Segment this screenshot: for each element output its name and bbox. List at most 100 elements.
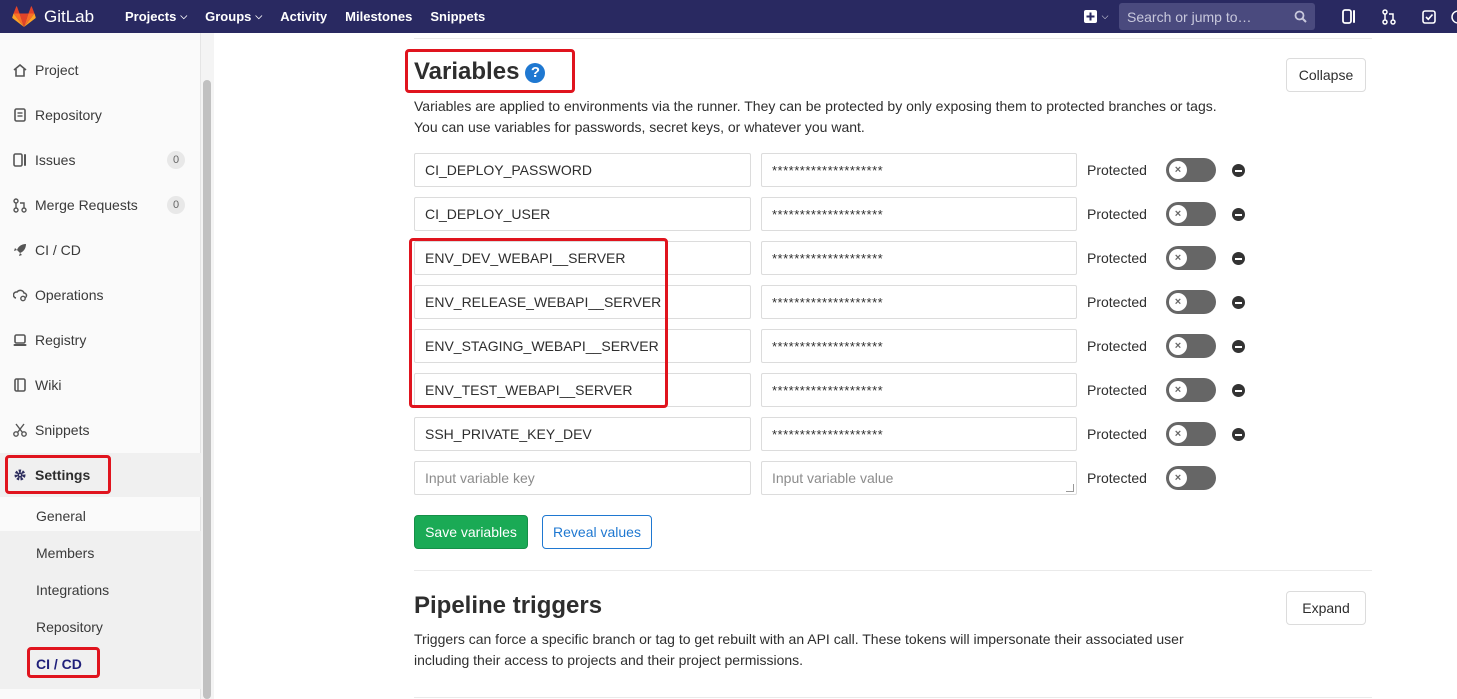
remove-variable-icon[interactable] [1232,340,1245,353]
protected-toggle[interactable]: × [1166,466,1216,490]
highlight-box-env-variables [409,238,668,408]
settings-sub-general[interactable]: General [36,497,86,534]
protected-label: Protected [1087,162,1147,178]
save-variables-button[interactable]: Save variables [414,515,528,549]
remove-variable-icon[interactable] [1232,208,1245,221]
top-navbar: GitLab Projects ⌵ Groups ⌵ Activity Milest… [0,0,1457,33]
sidebar-item-label: Operations [35,287,104,303]
issues-count-badge: 0 [167,151,185,169]
remove-variable-icon[interactable] [1232,164,1245,177]
protected-label: Protected [1087,382,1147,398]
variable-value-input[interactable]: ******************** [761,285,1077,319]
variable-key-input[interactable]: SSH_PRIVATE_KEY_DEV [414,417,751,451]
cloud-gear-icon [12,287,28,303]
close-icon: × [1169,469,1187,487]
project-sidebar: Project Repository Issues 0 Merge Reques… [0,33,201,699]
sidebar-item-label: Repository [35,107,102,123]
section-divider [414,697,1372,698]
variable-value-input[interactable]: ******************** [761,241,1077,275]
nav-snippets[interactable]: Snippets [430,9,485,24]
variable-key-input[interactable]: CI_DEPLOY_USER [414,197,751,231]
merge-request-icon[interactable] [1377,7,1401,27]
protected-toggle[interactable]: × [1166,290,1216,314]
variable-value-input[interactable]: ******************** [761,329,1077,363]
variable-value-input[interactable]: ******************** [761,197,1077,231]
sidebar-item-wiki[interactable]: Wiki [0,363,201,407]
new-variable-key-input[interactable]: Input variable key [414,461,751,495]
protected-toggle[interactable]: × [1166,378,1216,402]
protected-label: Protected [1087,426,1147,442]
scissors-icon [12,422,28,438]
reveal-values-button[interactable]: Reveal values [542,515,652,549]
sidebar-item-label: Issues [35,152,76,168]
sidebar-item-label: CI / CD [35,242,81,258]
new-variable-row: Input variable key Input variable value … [414,461,1314,495]
remove-variable-icon[interactable] [1232,296,1245,309]
sidebar-item-merge-requests[interactable]: Merge Requests 0 [0,183,201,227]
nav-activity[interactable]: Activity [280,9,327,24]
remove-variable-icon[interactable] [1232,252,1245,265]
collapse-button[interactable]: Collapse [1286,58,1366,92]
sidebar-item-ci-cd[interactable]: CI / CD [0,228,201,272]
sidebar-item-project[interactable]: Project [0,48,201,92]
sidebar-item-label: Project [35,62,79,78]
protected-toggle[interactable]: × [1166,202,1216,226]
new-variable-value-input[interactable]: Input variable value [761,461,1077,495]
chevron-down-icon: ⌵ [1101,11,1109,21]
protected-toggle[interactable]: × [1166,158,1216,182]
protected-label: Protected [1087,338,1147,354]
settings-sub-repository[interactable]: Repository [36,608,103,645]
gitlab-logo[interactable]: GitLab [12,5,125,28]
todo-icon[interactable] [1417,7,1441,27]
sidebar-item-repository[interactable]: Repository [0,93,201,137]
issues-icon[interactable] [1337,7,1361,27]
nav-projects[interactable]: Projects ⌵ [125,9,187,24]
variable-value-input[interactable]: ******************** [761,153,1077,187]
section-divider [414,38,1372,39]
variable-value-input[interactable]: ******************** [761,417,1077,451]
rocket-icon [12,242,28,258]
home-icon [12,62,28,78]
protected-toggle[interactable]: × [1166,422,1216,446]
sidebar-item-registry[interactable]: Registry [0,318,201,362]
highlight-box-settings [5,455,111,494]
sidebar-item-label: Snippets [35,422,90,438]
brand-name: GitLab [44,6,95,26]
variable-key-input[interactable]: CI_DEPLOY_PASSWORD [414,153,751,187]
remove-variable-icon[interactable] [1232,384,1245,397]
sidebar-item-operations[interactable]: Operations [0,273,201,317]
protected-toggle[interactable]: × [1166,334,1216,358]
nav-milestones[interactable]: Milestones [345,9,412,24]
variables-description: Variables are applied to environments vi… [414,98,1217,135]
avatar[interactable] [1451,7,1457,27]
remove-variable-icon[interactable] [1232,428,1245,441]
sidebar-item-issues[interactable]: Issues 0 [0,138,201,182]
protected-toggle[interactable]: × [1166,246,1216,270]
expand-button[interactable]: Expand [1286,591,1366,625]
container-icon [12,332,28,348]
tanuki-icon [12,5,36,27]
variable-value-input[interactable]: ******************** [761,373,1077,407]
merge-requests-count-badge: 0 [167,196,185,214]
highlight-box-variables-title [405,49,575,93]
sidebar-scrollbar[interactable] [203,80,211,699]
issues-icon [12,152,28,168]
settings-sub-members[interactable]: Members [36,534,94,571]
new-dropdown-button[interactable]: ⌵ [1073,10,1119,23]
settings-sub-integrations[interactable]: Integrations [36,571,109,608]
variable-row: SSH_PRIVATE_KEY_DEV ********************… [414,417,1314,451]
pipeline-triggers-description: Triggers can force a specific branch or … [414,631,1184,668]
protected-label: Protected [1087,294,1147,310]
variable-row: CI_DEPLOY_PASSWORD ******************** … [414,153,1314,187]
close-icon: × [1169,293,1187,311]
sidebar-item-snippets[interactable]: Snippets [0,408,201,452]
close-icon: × [1169,381,1187,399]
protected-label: Protected [1087,206,1147,222]
search-input[interactable]: Search or jump to… [1119,3,1315,30]
nav-groups[interactable]: Groups ⌵ [205,9,262,24]
chevron-down-icon: ⌵ [180,11,188,21]
resize-handle[interactable] [1066,484,1074,492]
plus-icon [1083,10,1097,23]
protected-label: Protected [1087,470,1147,486]
doc-icon [12,107,28,123]
